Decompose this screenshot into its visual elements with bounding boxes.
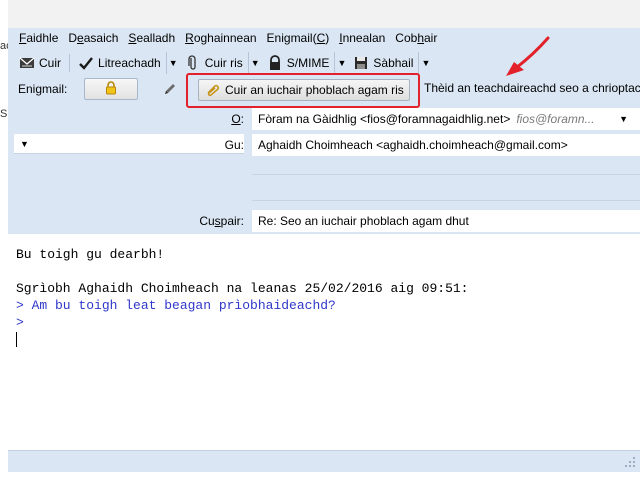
- chevron-down-icon: ▼: [421, 58, 431, 68]
- recipient-row-empty[interactable]: [252, 174, 640, 175]
- to-value: Aghaidh Choimheach <aghaidh.choimheach@g…: [258, 138, 568, 152]
- menu-view[interactable]: Sealladh: [123, 28, 180, 48]
- from-select[interactable]: Fòram na Gàidhlig <fios@foramnagaidhlig.…: [252, 108, 640, 130]
- attach-button[interactable]: Cuir ris: [180, 52, 248, 74]
- padlock-icon: [267, 55, 283, 71]
- from-label: O:: [231, 112, 244, 126]
- subject-row: Cuspair: Re: Seo an iuchair phoblach aga…: [8, 210, 640, 232]
- toolbar-separator: [69, 54, 71, 72]
- smime-label: S/MIME: [286, 56, 330, 70]
- to-row: ▼ Gu: Aghaidh Choimheach <aghaidh.choimh…: [8, 134, 640, 156]
- spell-label: Litreachadh: [98, 56, 161, 70]
- quoted-line: >: [16, 315, 24, 330]
- checkmark-icon: [78, 55, 94, 71]
- status-bar: [8, 450, 640, 472]
- resize-grip-icon[interactable]: [624, 456, 636, 468]
- subject-value: Re: Seo an iuchair phoblach agam dhut: [258, 214, 469, 228]
- menu-help[interactable]: Cobhair: [390, 28, 442, 48]
- body-line: [16, 263, 640, 280]
- paperclip-icon: [185, 55, 201, 71]
- attach-label: Cuir ris: [204, 56, 243, 70]
- message-body-editor[interactable]: Bu toigh gu dearbh! Sgrìobh Aghaidh Choi…: [8, 234, 640, 450]
- encrypt-toggle-button[interactable]: [84, 78, 138, 100]
- smime-button[interactable]: S/MIME: [262, 52, 335, 74]
- subject-input[interactable]: Re: Seo an iuchair phoblach agam dhut: [252, 210, 640, 232]
- send-button[interactable]: Cuir: [14, 52, 66, 74]
- attach-dropdown[interactable]: ▼: [247, 52, 262, 74]
- text-caret-line: [16, 331, 640, 348]
- menu-options[interactable]: Roghainnean: [180, 28, 261, 48]
- annotation-arrow: [506, 36, 550, 76]
- envelope-icon: [19, 55, 35, 71]
- save-label: Sàbhail: [373, 56, 414, 70]
- quoted-line: > Am bu toigh leat beagan prìobhaideachd…: [16, 298, 336, 313]
- from-row: O: Fòram na Gàidhlig <fios@foramnagaidhl…: [8, 108, 640, 130]
- body-line: Sgrìobh Aghaidh Choimheach na leanas 25/…: [16, 281, 469, 296]
- menu-enigmail[interactable]: Enigmail(C): [262, 28, 335, 48]
- chevron-down-icon: ▼: [168, 58, 178, 68]
- pencil-icon[interactable]: [162, 81, 178, 97]
- menu-edit[interactable]: Deasaich: [63, 28, 123, 48]
- text-caret: [16, 332, 17, 348]
- enigmail-status-text: Thèid an teachdaireachd seo a chrioptach: [424, 81, 640, 95]
- from-value: Fòram na Gàidhlig <fios@foramnagaidhlig.…: [258, 112, 511, 126]
- chevron-down-icon: ▼: [250, 58, 260, 68]
- enigmail-label: Enigmail:: [18, 82, 68, 96]
- to-input[interactable]: Aghaidh Choimheach <aghaidh.choimheach@g…: [252, 134, 640, 156]
- message-headers: O: Fòram na Gàidhlig <fios@foramnagaidhl…: [8, 104, 640, 234]
- chevron-down-icon: ▼: [337, 58, 347, 68]
- spell-button[interactable]: Litreachadh: [73, 52, 166, 74]
- background-text-fragment: S: [0, 108, 8, 120]
- window-bottom-edge: [8, 472, 640, 480]
- save-dropdown[interactable]: ▼: [418, 52, 432, 74]
- menu-file[interactable]: Faidhle: [14, 28, 63, 48]
- paperclip-icon: [205, 82, 221, 98]
- save-button[interactable]: Sàbhail: [348, 52, 418, 74]
- title-bar: [8, 0, 640, 28]
- background-window-edge: ac S: [0, 0, 12, 480]
- compose-window: Faidhle Deasaich Sealladh Roghainnean En…: [8, 0, 640, 480]
- from-suggestion: fios@foramn...: [516, 112, 595, 126]
- gold-padlock-icon: [104, 80, 118, 98]
- spell-dropdown[interactable]: ▼: [165, 52, 180, 74]
- subject-label: Cuspair:: [199, 214, 244, 228]
- floppy-disk-icon: [353, 55, 369, 71]
- to-label: Gu:: [224, 138, 244, 152]
- body-line: Bu toigh gu dearbh!: [16, 247, 165, 262]
- smime-dropdown[interactable]: ▼: [334, 52, 348, 74]
- menu-tools[interactable]: Innealan: [334, 28, 390, 48]
- chevron-down-icon: ▼: [619, 114, 628, 124]
- attach-public-key-button[interactable]: Cuir an iuchair phoblach agam ris: [198, 79, 410, 101]
- attach-public-key-label: Cuir an iuchair phoblach agam ris: [225, 83, 404, 97]
- recipient-row-empty[interactable]: [252, 200, 640, 201]
- send-label: Cuir: [39, 56, 62, 70]
